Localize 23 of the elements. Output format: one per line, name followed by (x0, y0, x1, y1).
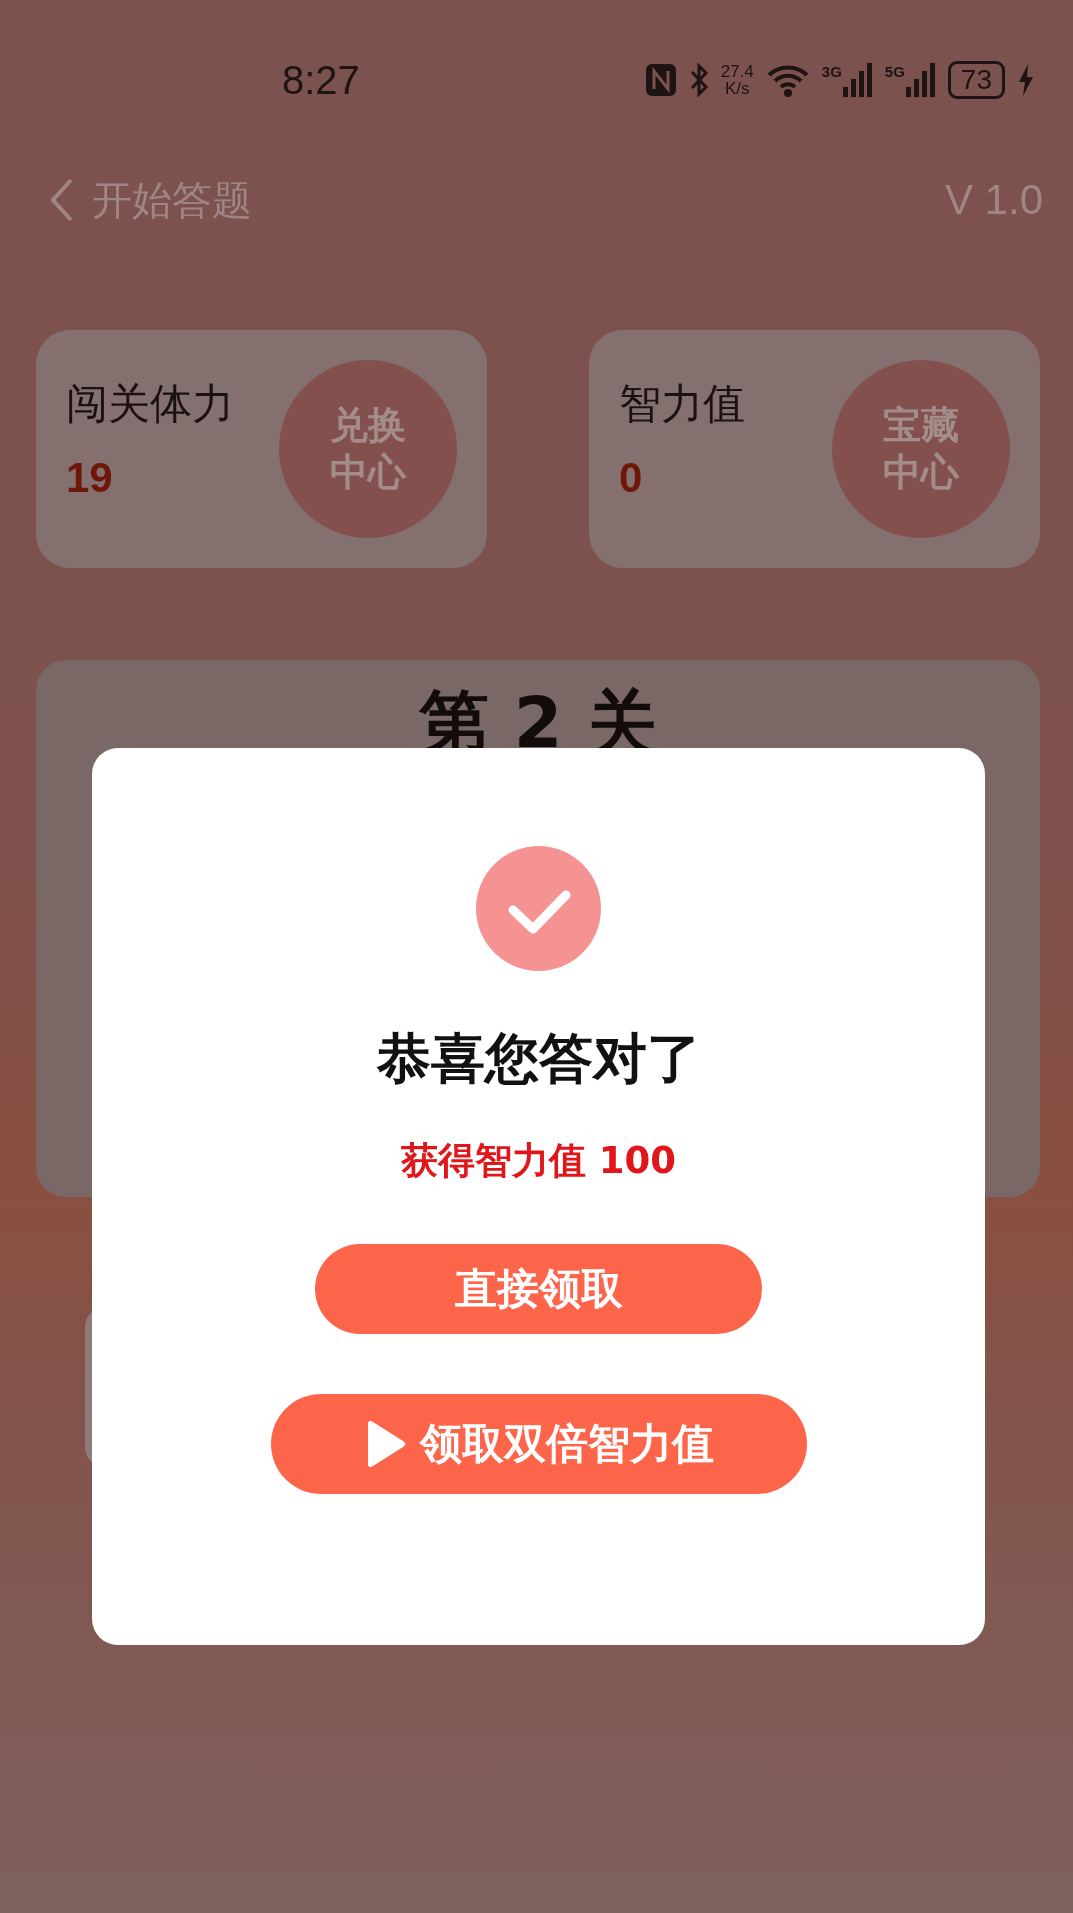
network-speed: 27.4 (720, 63, 754, 80)
center-button[interactable]: 宝藏中心 (832, 360, 1010, 538)
battery-level: 73 (947, 61, 1005, 99)
reward-text: 获得智力值 100 (400, 1138, 677, 1184)
stat-label: 智力值 (619, 378, 745, 430)
back-icon[interactable] (50, 178, 74, 222)
dialog-title: 恭喜您答对了 (376, 1026, 701, 1092)
bluetooth-icon (688, 63, 709, 97)
wifi-icon (765, 63, 810, 97)
stat-value: 19 (66, 454, 114, 502)
signal-icon (905, 63, 936, 97)
signal-icon (842, 63, 873, 97)
double-reward-button[interactable]: 领取双倍智力值 (270, 1394, 807, 1494)
network-type: 3G (821, 63, 842, 80)
stat-label: 闯关体力 (66, 378, 234, 430)
check-icon (476, 846, 601, 971)
speed-unit: K/s (725, 80, 750, 97)
network-type: 5G (884, 63, 905, 80)
status-time: 8:27 (282, 57, 360, 103)
nfc-icon (644, 63, 677, 97)
stat-value: 0 (619, 454, 644, 502)
center-button[interactable]: 兑换中心 (279, 360, 457, 538)
claim-button[interactable]: 直接领取 (315, 1244, 762, 1334)
